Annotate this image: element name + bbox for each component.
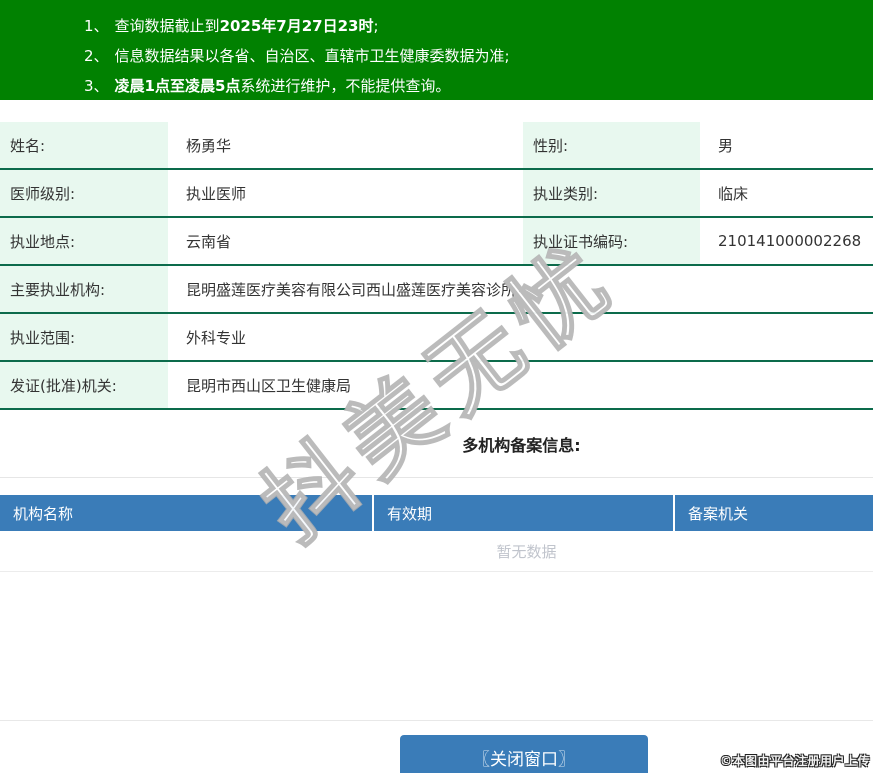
table-row: 主要执业机构: 昆明盛莲医疗美容有限公司西山盛莲医疗美容诊所 bbox=[0, 266, 873, 314]
certificate-number-label: 执业证书编码: bbox=[523, 218, 700, 264]
gender-label: 性别: bbox=[523, 122, 700, 168]
no-data-placeholder: 暂无数据 bbox=[0, 531, 873, 572]
validity-column-header: 有效期 bbox=[374, 495, 675, 531]
issuing-authority-label: 发证(批准)机关: bbox=[0, 362, 168, 408]
notice-line-2: 2、 信息数据结果以各省、自治区、直辖市卫生健康委数据为准; bbox=[84, 47, 510, 65]
notice-line-3: 3、 凌晨1点至凌晨5点系统进行维护，不能提供查询。 bbox=[84, 77, 451, 95]
notice-line-1: 1、 查询数据截止到2025年7月27日23时; bbox=[84, 17, 379, 35]
name-label: 姓名: bbox=[0, 122, 168, 168]
practice-scope-value: 外科专业 bbox=[168, 314, 873, 360]
org-name-column-header: 机构名称 bbox=[0, 495, 374, 531]
table-row: 医师级别: 执业医师 执业类别: 临床 bbox=[0, 170, 873, 218]
query-result-page: 1、 查询数据截止到2025年7月27日23时; 2、 信息数据结果以各省、自治区、… bbox=[0, 0, 873, 773]
name-value: 杨勇华 bbox=[168, 122, 523, 168]
doctor-level-value: 执业医师 bbox=[168, 170, 523, 216]
table-row: 执业范围: 外科专业 bbox=[0, 314, 873, 362]
main-org-label: 主要执业机构: bbox=[0, 266, 168, 312]
notice-number: 1、 bbox=[84, 17, 109, 35]
filing-authority-column-header: 备案机关 bbox=[688, 504, 749, 523]
practice-category-label: 执业类别: bbox=[523, 170, 700, 216]
certificate-number-value: 210141000002268 bbox=[700, 218, 873, 264]
doctor-level-label: 医师级别: bbox=[0, 170, 168, 216]
main-org-value: 昆明盛莲医疗美容有限公司西山盛莲医疗美容诊所 bbox=[168, 266, 873, 312]
table-row: 执业地点: 云南省 执业证书编码: 210141000002268 bbox=[0, 218, 873, 266]
upload-credit-text: ©本图由平台注册用户上传 bbox=[719, 754, 870, 768]
practice-location-value: 云南省 bbox=[168, 218, 523, 264]
multi-org-table-header: 机构名称 有效期 备案机关 bbox=[0, 495, 873, 531]
close-window-button[interactable]: 〖关闭窗口〗 bbox=[400, 735, 648, 773]
issuing-authority-value: 昆明市西山区卫生健康局 bbox=[168, 362, 873, 408]
notice-number: 3、 bbox=[84, 77, 109, 95]
practice-category-value: 临床 bbox=[700, 170, 873, 216]
practice-scope-label: 执业范围: bbox=[0, 314, 168, 360]
gender-value: 男 bbox=[700, 122, 873, 168]
table-row: 发证(批准)机关: 昆明市西山区卫生健康局 bbox=[0, 362, 873, 410]
practitioner-info-table: 姓名: 杨勇华 性别: 男 医师级别: 执业医师 执业类别: 临床 执业地点: … bbox=[0, 122, 873, 410]
notice-number: 2、 bbox=[84, 47, 109, 65]
table-row: 姓名: 杨勇华 性别: 男 bbox=[0, 122, 873, 170]
multi-org-section-title: 多机构备案信息: bbox=[0, 410, 873, 478]
notice-banner: 1、 查询数据截止到2025年7月27日23时; 2、 信息数据结果以各省、自治区、… bbox=[0, 0, 873, 100]
practice-location-label: 执业地点: bbox=[0, 218, 168, 264]
